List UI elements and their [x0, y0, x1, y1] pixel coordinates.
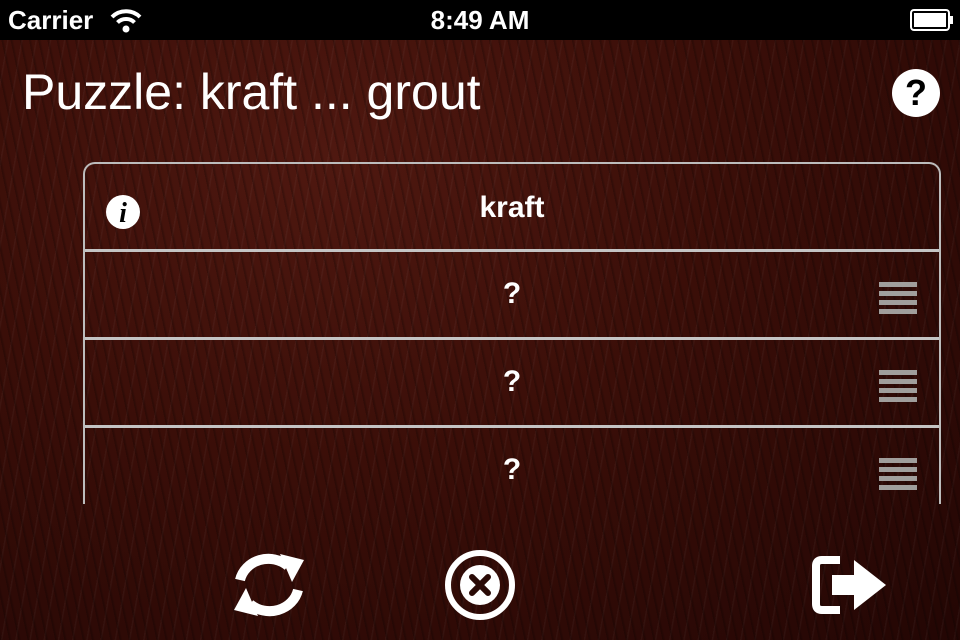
refresh-icon: [234, 553, 304, 617]
clear-button[interactable]: [443, 548, 517, 622]
puzzle-screen: Carrier 8:49 AM Puzzle: kraft ... grout …: [0, 0, 960, 640]
battery-icon: [910, 9, 953, 31]
exit-icon: [812, 556, 886, 614]
clear-circle-icon: [445, 550, 515, 620]
reorder-handle-icon[interactable]: [879, 370, 917, 402]
wifi-icon: [110, 9, 142, 33]
page-title: Puzzle: kraft ... grout: [22, 64, 481, 120]
list-item-start-word: i kraft: [85, 164, 939, 252]
question-circle-icon: ?: [905, 72, 927, 113]
hidden-word-label: ?: [502, 453, 522, 486]
exit-button[interactable]: [810, 552, 890, 618]
word-list: i kraft ? ? ?: [83, 162, 941, 504]
hidden-word-label: ?: [502, 277, 522, 310]
list-item: ?: [85, 428, 939, 504]
status-bar: Carrier 8:49 AM: [0, 0, 960, 40]
start-word-label: kraft: [479, 191, 545, 224]
clock: 8:49 AM: [430, 5, 530, 35]
refresh-button[interactable]: [226, 550, 312, 620]
reorder-handle-icon[interactable]: [879, 282, 917, 314]
carrier-label: Carrier: [8, 5, 94, 35]
list-item: ?: [85, 340, 939, 428]
help-button[interactable]: ?: [891, 68, 941, 118]
list-item: ?: [85, 252, 939, 340]
reorder-handle-icon[interactable]: [879, 458, 917, 490]
hidden-word-label: ?: [502, 365, 522, 398]
